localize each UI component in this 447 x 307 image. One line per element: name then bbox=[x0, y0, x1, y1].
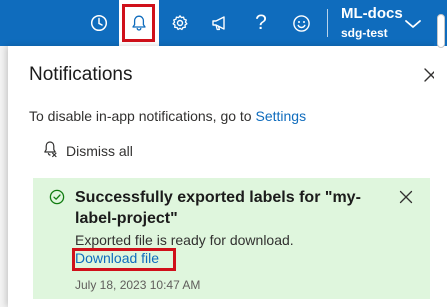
clock-icon[interactable] bbox=[79, 0, 119, 46]
notification-timestamp: July 18, 2023 10:47 AM bbox=[75, 278, 201, 292]
chevron-down-icon[interactable] bbox=[404, 17, 422, 35]
settings-link[interactable]: Settings bbox=[255, 108, 306, 124]
success-check-icon bbox=[49, 189, 65, 210]
scrollbar-thumb[interactable] bbox=[437, 14, 445, 48]
top-bar: ? ML-docs sdg-test bbox=[0, 0, 447, 46]
notifications-button[interactable] bbox=[119, 0, 159, 46]
dismiss-all-label: Dismiss all bbox=[66, 143, 133, 159]
background-page-edge bbox=[0, 46, 8, 307]
notification-body: Exported file is ready for download. bbox=[75, 232, 294, 248]
app-frame: ? ML-docs sdg-test Notifications To disa… bbox=[0, 0, 447, 307]
notification-title: Successfully exported labels for "my-lab… bbox=[75, 189, 361, 227]
panel-title: Notifications bbox=[29, 64, 133, 85]
bell-dismiss-icon bbox=[42, 140, 58, 163]
settings-hint: To disable in-app notifications, go to S… bbox=[29, 108, 306, 125]
smiley-icon[interactable] bbox=[281, 0, 321, 46]
download-file-link[interactable]: Download file bbox=[72, 248, 162, 269]
dismiss-notification-icon[interactable] bbox=[397, 188, 415, 206]
dismiss-all-button[interactable]: Dismiss all bbox=[42, 140, 133, 163]
notification-card: Successfully exported labels for "my-lab… bbox=[33, 178, 430, 299]
toolbar-divider bbox=[327, 9, 328, 37]
workspace-name[interactable]: ML-docs bbox=[341, 5, 403, 23]
settings-hint-text: To disable in-app notifications, go to bbox=[29, 108, 256, 124]
workspace-subtitle[interactable]: sdg-test bbox=[341, 26, 388, 40]
megaphone-icon[interactable] bbox=[200, 0, 240, 46]
help-icon[interactable]: ? bbox=[241, 0, 281, 46]
notifications-panel: Notifications To disable in-app notifica… bbox=[8, 46, 439, 307]
bell-icon bbox=[130, 14, 148, 32]
gear-icon[interactable] bbox=[160, 0, 200, 46]
